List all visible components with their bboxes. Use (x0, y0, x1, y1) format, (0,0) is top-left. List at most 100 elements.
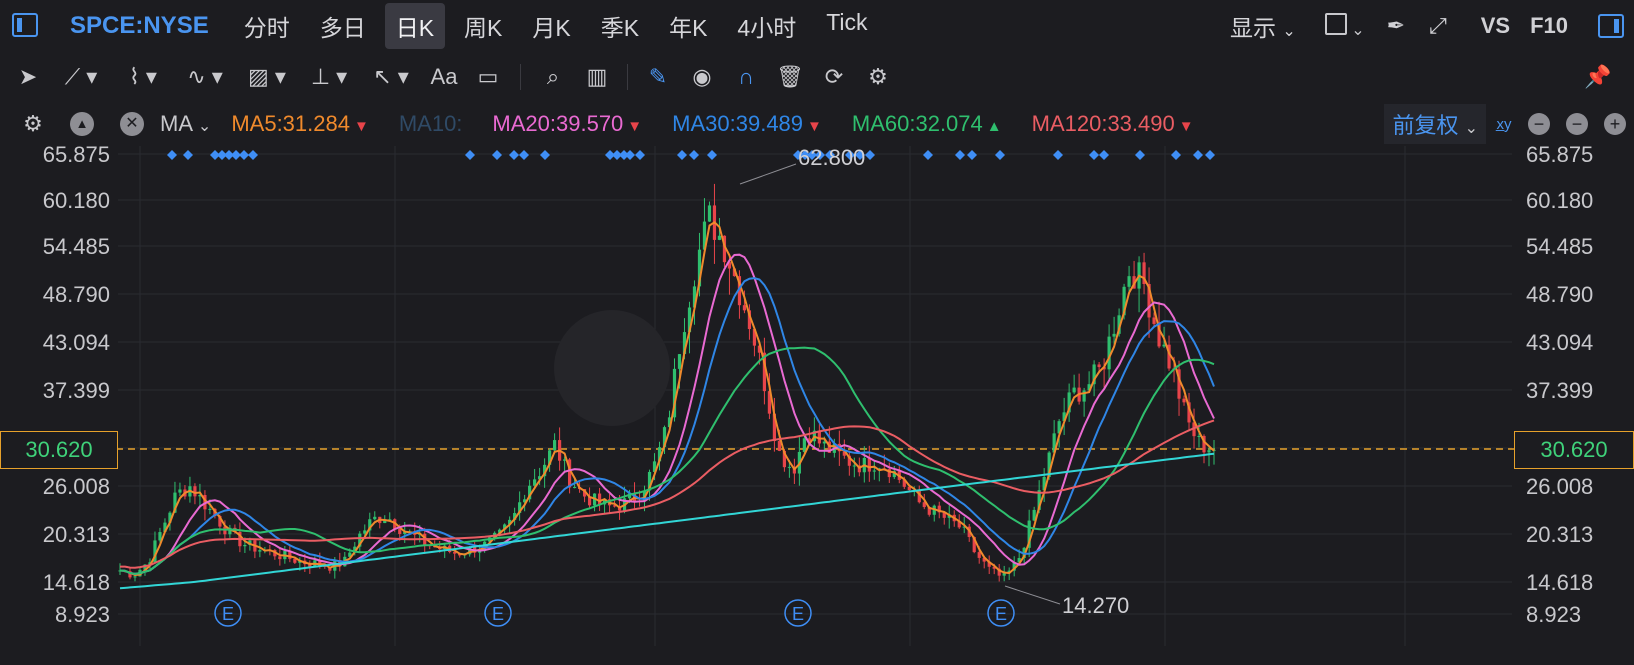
line-tool-icon[interactable]: ⟋ ▾ (50, 64, 112, 90)
y-tick-left: 14.618 (43, 570, 110, 595)
sync-icon[interactable]: ⟳ (812, 64, 856, 90)
candle-body (677, 354, 682, 369)
divider (520, 64, 521, 90)
search-icon[interactable]: ⌕ (531, 64, 575, 90)
y-tick-right: 65.875 (1526, 146, 1593, 167)
candle-body (1097, 364, 1101, 368)
ma-value-3: MA30:39.489 ▼ (672, 111, 822, 137)
candle-body (852, 465, 856, 467)
zoom-in-icon[interactable]: + (1604, 113, 1626, 135)
fib-tool-icon[interactable]: ▨ ▾ (236, 64, 298, 90)
y-tick-left: 20.313 (43, 522, 110, 547)
signal-diamond (677, 150, 687, 160)
candle-body (178, 489, 182, 493)
signal-diamond (689, 150, 699, 160)
adjust-selector[interactable]: 前复权 ⌄ (1384, 104, 1486, 144)
ma-line-ma20 (119, 253, 1215, 575)
ticker-symbol[interactable]: SPCE:NYSE (70, 12, 209, 40)
ma-line-ma120 (120, 419, 1215, 569)
ma-label: MA5:31.284 (231, 111, 350, 136)
y-tick-right: 37.399 (1526, 378, 1593, 403)
gear-icon[interactable]: ⚙ (856, 64, 900, 90)
candle-icon[interactable]: ▥ (575, 64, 619, 90)
wave-tool-icon[interactable]: ∿ ▾ (174, 64, 236, 90)
candle-body (1152, 317, 1156, 324)
low-annotation: 14.270 (1062, 593, 1129, 618)
f10-button[interactable]: F10 (1530, 13, 1568, 39)
ma-selector[interactable]: MA ⌄ (160, 111, 211, 137)
magnet-icon[interactable]: ∩ (724, 64, 768, 90)
candle-body (1182, 398, 1186, 403)
candle-body (1162, 344, 1166, 347)
y-tick-left: 26.008 (43, 474, 110, 499)
tab-2[interactable]: 日K (384, 3, 446, 49)
earnings-label: E (792, 604, 804, 624)
tab-3[interactable]: 周K (453, 3, 513, 49)
tab-0[interactable]: 分时 (233, 3, 301, 49)
chart-area[interactable]: 65.875 65.875 60.180 60.180 54.485 54.485 48.7… (0, 142, 1634, 660)
y-tick-left: 65.875 (43, 146, 110, 167)
text-tool-icon[interactable]: Aa (422, 64, 466, 90)
display-menu[interactable]: 显示 ⌄ (1219, 3, 1307, 49)
zoom-out-icon[interactable]: − (1528, 113, 1550, 135)
measure-tool-icon[interactable]: ⊥ ▾ (298, 64, 360, 90)
pin-icon[interactable]: 📌 (1576, 64, 1620, 90)
zoom-out-icon[interactable]: − (1566, 113, 1588, 135)
ma-arrow: ▼ (627, 118, 643, 135)
candle-body (977, 552, 981, 558)
close-icon[interactable]: ✕ (120, 112, 144, 136)
brush-icon[interactable]: ✒ (1387, 13, 1405, 39)
y-tick-left: 8.923 (55, 602, 110, 627)
candle-body (1207, 450, 1211, 453)
divider (627, 64, 628, 90)
ma-label: MA20:39.570 (492, 111, 624, 136)
chevron-down-icon: ⌄ (1464, 120, 1478, 137)
panel-toggle-icon[interactable] (1598, 14, 1624, 38)
candle-body (553, 440, 557, 451)
tab-8[interactable]: Tick (815, 3, 878, 49)
price-chart[interactable]: 65.875 65.875 60.180 60.180 54.485 54.485 48.7… (0, 142, 1634, 660)
signal-diamond (248, 150, 258, 160)
candle-body (802, 438, 806, 452)
earnings-label: E (995, 604, 1007, 624)
comment-icon[interactable]: ▭ (466, 64, 510, 90)
tab-1[interactable]: 多日 (309, 3, 377, 49)
collapse-icon[interactable]: ▲ (70, 112, 94, 136)
layout-toggle[interactable]: ⌄ (1324, 12, 1365, 40)
candle-body (867, 458, 871, 472)
tab-4[interactable]: 月K (521, 3, 581, 49)
fullscreen-icon[interactable]: ⤢ (1429, 13, 1447, 39)
candle-body (278, 556, 282, 560)
tab-7[interactable]: 4小时 (726, 3, 807, 49)
ma-value-5: MA120:33.490 ▼ (1032, 111, 1194, 137)
tab-5[interactable]: 季K (590, 3, 650, 49)
ma-label: MA60:32.074 (851, 111, 983, 136)
signal-diamond (1171, 150, 1181, 160)
signal-diamond (509, 150, 519, 160)
eye-icon[interactable]: ◉ (680, 64, 724, 90)
ma-arrow: ▼ (1178, 118, 1194, 135)
cursor-icon[interactable]: ➤ (6, 64, 50, 90)
shape-tool-icon[interactable]: ⌇ ▾ (112, 64, 174, 90)
signal-diamond (967, 150, 977, 160)
candle-body (1112, 333, 1116, 337)
y-tick-left: 54.485 (43, 234, 110, 259)
compare-button[interactable]: VS (1481, 13, 1510, 39)
candle-body (193, 486, 197, 497)
ma-value-0: MA5:31.284 ▼ (231, 111, 369, 137)
candle-body (1072, 387, 1076, 393)
earnings-label: E (222, 604, 234, 624)
signal-diamond (239, 150, 249, 160)
pen-icon[interactable]: ✎ (636, 64, 680, 90)
sidebar-toggle-icon[interactable] (12, 13, 38, 37)
settings-icon[interactable]: ⚙ (18, 111, 48, 137)
signal-diamond (923, 150, 933, 160)
signal-diamond (955, 150, 965, 160)
arrow-tool-icon[interactable]: ↖ ▾ (360, 64, 422, 90)
signal-diamond (465, 150, 475, 160)
signal-diamond (1193, 150, 1203, 160)
trash-icon[interactable]: 🗑 (768, 64, 812, 90)
watermark-logo (554, 310, 670, 426)
axis-scale-icon[interactable]: x̲y (1486, 116, 1522, 133)
tab-6[interactable]: 年K (658, 3, 718, 49)
